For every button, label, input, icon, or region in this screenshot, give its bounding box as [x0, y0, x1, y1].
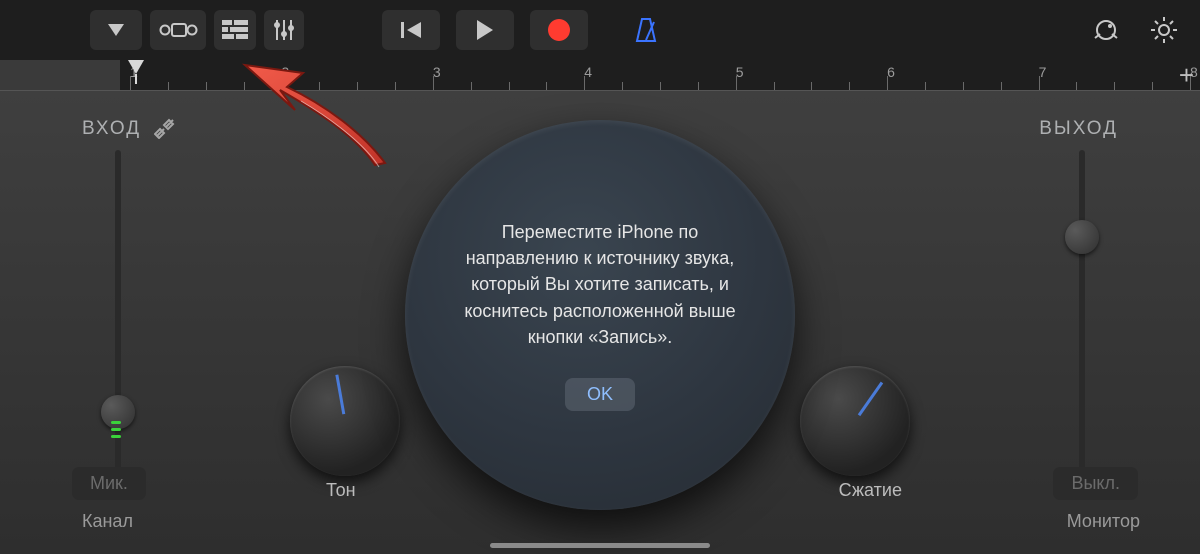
browser-icon — [158, 19, 198, 41]
ruler-bar-number: 4 — [584, 64, 592, 80]
input-section-label: ВХОД — [82, 118, 141, 140]
tracks-view-button[interactable] — [214, 10, 256, 50]
slider-thumb[interactable] — [1065, 220, 1099, 254]
record-icon — [548, 19, 570, 41]
record-button[interactable] — [530, 10, 588, 50]
transport-controls — [382, 10, 596, 50]
metronome-icon — [632, 16, 660, 44]
ruler-bar-number: 3 — [433, 64, 441, 80]
triangle-down-icon — [107, 23, 125, 37]
compression-knob[interactable] — [800, 366, 910, 476]
tone-knob[interactable] — [290, 366, 400, 476]
home-indicator — [490, 543, 710, 548]
top-toolbar — [0, 0, 1200, 60]
timeline-ruler[interactable]: 12345678 — [120, 60, 1200, 90]
gear-icon — [1150, 16, 1178, 44]
playhead[interactable] — [128, 60, 144, 74]
recording-hint-modal: Переместите iPhone по направлению к исто… — [405, 120, 795, 510]
master-fx-button[interactable] — [1086, 10, 1126, 50]
knob-pointer — [335, 374, 345, 414]
ruler-bar-number: 6 — [887, 64, 895, 80]
monitor-label: Монитор — [1067, 511, 1140, 532]
track-browser-button[interactable] — [150, 10, 206, 50]
input-plug-icon[interactable] — [154, 115, 178, 144]
mixer-button[interactable] — [264, 10, 304, 50]
play-button[interactable] — [456, 10, 514, 50]
sliders-icon — [273, 18, 295, 42]
channel-label: Канал — [82, 511, 133, 532]
metronome-button[interactable] — [626, 10, 666, 50]
add-section-button[interactable]: + — [1179, 62, 1194, 88]
output-section-label: ВЫХОД — [1039, 118, 1118, 140]
projects-menu-button[interactable] — [90, 10, 142, 50]
input-level-slider[interactable] — [115, 150, 121, 470]
play-icon — [475, 19, 495, 41]
dial-icon — [1092, 16, 1120, 44]
tone-label: Тон — [326, 480, 356, 501]
knob-pointer — [858, 382, 883, 416]
hint-text: Переместите iPhone по направлению к исто… — [443, 219, 757, 349]
ruler-bar-number: 5 — [736, 64, 744, 80]
ruler-bar-number: 7 — [1039, 64, 1047, 80]
settings-button[interactable] — [1144, 10, 1184, 50]
go-to-start-button[interactable] — [382, 10, 440, 50]
tracks-icon — [222, 20, 248, 40]
input-level-meter — [111, 421, 125, 438]
compression-label: Сжатие — [839, 480, 902, 501]
ruler-bar-number: 2 — [281, 64, 289, 80]
monitor-toggle-button[interactable]: Выкл. — [1053, 467, 1138, 500]
hint-ok-button[interactable]: OK — [565, 378, 635, 411]
skip-back-icon — [399, 20, 423, 40]
output-level-slider[interactable] — [1079, 150, 1085, 470]
channel-select-button[interactable]: Мик. — [72, 467, 146, 500]
